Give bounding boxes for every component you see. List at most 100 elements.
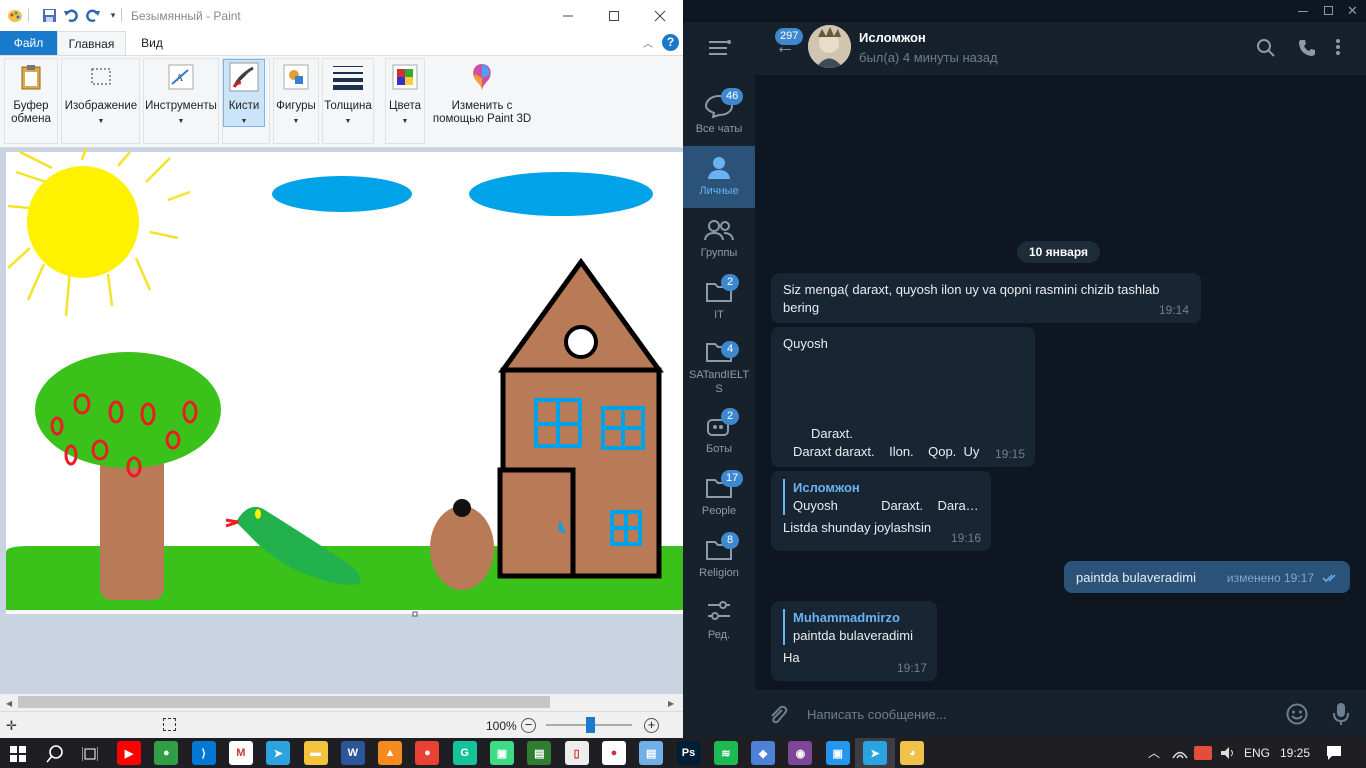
- paint3d-button[interactable]: Изменить с помощью Paint 3D: [428, 62, 536, 126]
- message-incoming-reply[interactable]: Исломжон Quyosh Daraxt. Dara… Listda shu…: [771, 471, 991, 551]
- notepad-icon[interactable]: ▤: [639, 741, 664, 765]
- size-button[interactable]: Толщина ▼: [323, 62, 373, 128]
- folder-9[interactable]: Ред.: [683, 590, 755, 652]
- sack: [430, 506, 494, 590]
- sun: [27, 166, 139, 278]
- close-button[interactable]: [637, 0, 683, 31]
- spotify-icon[interactable]: ≋: [713, 741, 738, 765]
- contact-name[interactable]: Исломжон: [859, 30, 926, 45]
- folder-7[interactable]: 17 People: [683, 466, 755, 528]
- scroll-right-icon[interactable]: ▶: [668, 699, 674, 708]
- vlc-icon[interactable]: ▲: [378, 741, 403, 765]
- telegram-icon[interactable]: ➤: [266, 741, 291, 765]
- brush-icon: [229, 62, 259, 92]
- record-icon[interactable]: ●: [601, 741, 626, 765]
- zoom-slider-thumb[interactable]: [586, 717, 595, 733]
- tab-file[interactable]: Файл: [0, 31, 57, 55]
- zoom-in-button[interactable]: +: [644, 718, 659, 733]
- youtube-icon[interactable]: ▶: [117, 741, 141, 765]
- undo-icon[interactable]: [62, 6, 80, 24]
- message-outgoing[interactable]: paintda bulaveradimi изменено 19:17: [1064, 561, 1350, 593]
- message-input[interactable]: Написать сообщение...: [807, 707, 947, 722]
- image-button[interactable]: Изображение ▼: [62, 62, 140, 128]
- avatar[interactable]: [808, 25, 851, 68]
- language-indicator[interactable]: ENG: [1244, 746, 1270, 760]
- word-icon[interactable]: W: [340, 741, 365, 765]
- maximize-button[interactable]: [591, 0, 637, 31]
- emoji-icon[interactable]: [1286, 703, 1308, 728]
- folder-2[interactable]: Личные: [683, 146, 755, 208]
- clock[interactable]: 19:25: [1280, 746, 1310, 760]
- folder-8[interactable]: 8 Religion: [683, 528, 755, 590]
- more-options-icon[interactable]: [1335, 38, 1341, 59]
- shapes-button[interactable]: Фигуры ▼: [274, 62, 318, 128]
- read-checkmarks-icon: [1322, 570, 1340, 588]
- tree-trunk: [100, 448, 164, 600]
- folder-5[interactable]: 4 SATandIELTS: [683, 332, 755, 404]
- wifi-icon[interactable]: [1172, 747, 1188, 762]
- tab-home[interactable]: Главная: [57, 31, 126, 56]
- paint3d-label: Изменить с помощью Paint 3D: [432, 100, 532, 125]
- minimize-button[interactable]: [545, 0, 591, 31]
- grammarly-icon[interactable]: G: [452, 741, 477, 765]
- gmail-icon[interactable]: M: [228, 741, 253, 765]
- brushes-button[interactable]: Кисти ▼: [223, 59, 265, 127]
- start-windows-icon[interactable]: [10, 746, 26, 765]
- tools-button[interactable]: A Инструменты ▼: [144, 62, 218, 128]
- paint-app-icon[interactable]: [6, 6, 24, 24]
- tab-view[interactable]: Вид: [130, 31, 174, 55]
- save-icon[interactable]: [40, 6, 58, 24]
- folder-1[interactable]: 46 Все чаты: [683, 84, 755, 146]
- photoshop-icon[interactable]: Ps: [676, 741, 701, 765]
- customize-toolbar-icon[interactable]: ▾: [104, 6, 122, 24]
- scroll-left-icon[interactable]: ◀: [6, 699, 12, 708]
- colors-button[interactable]: Цвета ▼: [386, 62, 424, 128]
- horizontal-scrollbar[interactable]: ◀ ▶: [0, 694, 683, 711]
- paint-icon[interactable]: ◕: [900, 741, 925, 765]
- reply-quote[interactable]: Muhammadmirzo paintda bulaveradimi: [783, 609, 925, 645]
- clipboard-button[interactable]: Буфер обмена: [7, 62, 55, 126]
- tg-close-button[interactable]: ✕: [1347, 3, 1358, 19]
- tools-icon: A: [166, 62, 196, 92]
- help-icon[interactable]: ?: [662, 34, 679, 51]
- notification-app-icon[interactable]: [1194, 746, 1212, 760]
- bluestacks-icon[interactable]: ◆: [751, 741, 776, 765]
- docker-icon[interactable]: ▣: [825, 741, 850, 765]
- redo-icon[interactable]: [84, 6, 102, 24]
- explorer-icon[interactable]: ▬: [303, 741, 328, 765]
- canvas-resize-handle[interactable]: [412, 611, 418, 617]
- folder-label: Боты: [705, 443, 733, 455]
- folder-4[interactable]: 2 IT: [683, 270, 755, 332]
- volume-icon[interactable]: [1220, 746, 1236, 763]
- tg-minimize-button[interactable]: [1298, 11, 1308, 12]
- chrome-icon[interactable]: ●: [154, 741, 179, 765]
- main-menu-icon[interactable]: [709, 39, 731, 58]
- telegram-active-icon[interactable]: ➤: [863, 741, 887, 765]
- maps-icon[interactable]: ●: [415, 741, 440, 765]
- search-icon[interactable]: [1257, 39, 1275, 60]
- message-incoming[interactable]: Quyosh Daraxt. Daraxt daraxt. Ilon. Qop.…: [771, 327, 1035, 467]
- folder-6[interactable]: 2 Боты: [683, 404, 755, 466]
- message-incoming-reply[interactable]: Muhammadmirzo paintda bulaveradimi На 19…: [771, 601, 937, 681]
- microphone-icon[interactable]: [1333, 702, 1349, 729]
- reply-quote[interactable]: Исломжон Quyosh Daraxt. Dara…: [783, 479, 979, 515]
- action-center-icon[interactable]: [1326, 745, 1342, 764]
- android-icon[interactable]: ▣: [490, 741, 514, 765]
- zoom-out-button[interactable]: −: [521, 718, 536, 733]
- scrollbar-thumb[interactable]: [18, 696, 550, 708]
- message-incoming[interactable]: Siz menga( daraxt, quyosh ilon uy va qop…: [771, 273, 1201, 323]
- tor-icon[interactable]: ◉: [788, 741, 813, 765]
- call-icon[interactable]: [1298, 39, 1316, 60]
- drawing-canvas[interactable]: [0, 148, 683, 618]
- tray-expand-icon[interactable]: ︿: [1148, 744, 1160, 761]
- task-view-icon[interactable]: [81, 746, 99, 765]
- house-door: [497, 467, 576, 579]
- file-icon[interactable]: ▯: [564, 741, 589, 765]
- collapse-ribbon-icon[interactable]: ︿: [640, 35, 656, 51]
- tg-maximize-button[interactable]: [1324, 6, 1333, 15]
- attach-icon[interactable]: [767, 704, 789, 729]
- vscode-icon[interactable]: ⟩: [191, 741, 216, 765]
- folder-3[interactable]: Группы: [683, 208, 755, 270]
- search-taskbar-icon[interactable]: [46, 745, 64, 766]
- terminal-icon[interactable]: ▤: [527, 741, 552, 765]
